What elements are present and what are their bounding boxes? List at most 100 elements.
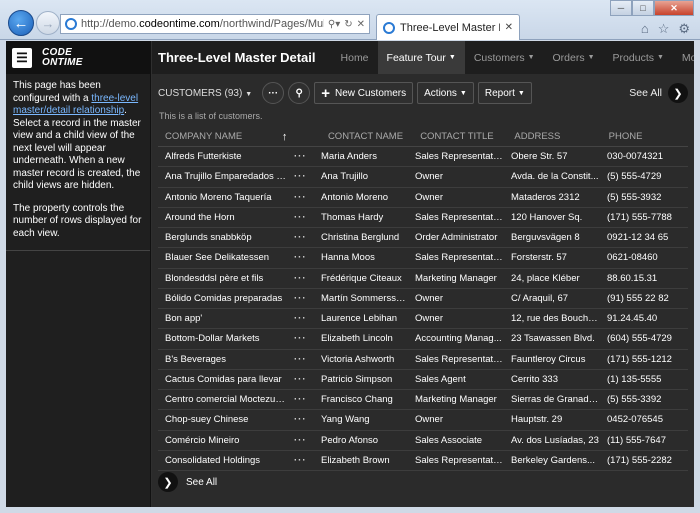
- help-panel: This page has been configured with a thr…: [6, 74, 150, 251]
- row-menu-icon[interactable]: ···: [288, 151, 314, 162]
- col-contact-title[interactable]: CONTACT TITLE: [413, 131, 507, 142]
- chevron-down-icon: ▼: [245, 90, 253, 98]
- row-menu-icon[interactable]: ···: [288, 313, 314, 324]
- contact-name-cell: Ana Trujillo: [321, 171, 368, 183]
- top-nav: Home Feature Tour ▼ Customers ▼ Orders ▼ Pr…: [332, 41, 694, 74]
- phone-cell: (5) 555-3392: [607, 394, 662, 406]
- help-text-2: The property controls the number of rows…: [13, 202, 142, 239]
- col-contact-name[interactable]: CONTACT NAME: [321, 131, 413, 142]
- contact-title-cell: Owner: [415, 313, 443, 325]
- table-row[interactable]: Berglunds snabbköp ··· Christina Berglund O…: [158, 228, 688, 249]
- nav-orders[interactable]: Orders ▼: [544, 41, 604, 74]
- chevron-down-icon: ▼: [517, 89, 525, 97]
- table-row[interactable]: Consolidated Holdings ··· Elizabeth Brown S…: [158, 451, 688, 471]
- row-menu-icon[interactable]: ···: [288, 354, 314, 365]
- view-selector[interactable]: CUSTOMERS (93) ▼: [158, 88, 252, 99]
- chevron-right-icon: ❯: [158, 472, 178, 492]
- address-bar[interactable]: http://demo.codeontime.com/northwind/Pag…: [60, 14, 370, 34]
- address-cell: Sierras de Granada...: [511, 394, 600, 406]
- forward-button[interactable]: →: [36, 11, 60, 35]
- phone-cell: (171) 555-1212: [607, 353, 672, 365]
- table-row[interactable]: Centro comercial Moctezuma ··· Francisco C…: [158, 390, 688, 411]
- table-row[interactable]: Bon app' ··· Laurence Lebihan Owner 12, rue …: [158, 309, 688, 330]
- report-button[interactable]: Report ▼: [477, 82, 532, 104]
- nav-customers[interactable]: Customers ▼: [465, 41, 544, 74]
- table-row[interactable]: Around the Horn ··· Thomas Hardy Sales Repr…: [158, 208, 688, 228]
- company-name-cell: Around the Horn: [165, 211, 235, 223]
- row-menu-icon[interactable]: ···: [288, 273, 314, 284]
- settings-icon[interactable]: ⚙: [678, 21, 690, 37]
- table-row[interactable]: Chop-suey Chinese ··· Yang Wang Owner Haupts…: [158, 410, 688, 431]
- row-menu-icon[interactable]: ···: [288, 455, 314, 466]
- table-row[interactable]: Bólido Comidas preparadas ··· Martín Somme…: [158, 289, 688, 309]
- table-row[interactable]: Blondesddsl père et fils ··· Frédérique Ci…: [158, 269, 688, 289]
- company-name-cell: Cactus Comidas para llevar: [165, 373, 282, 385]
- row-menu-icon[interactable]: ···: [288, 374, 314, 385]
- home-icon[interactable]: ⌂: [641, 21, 649, 37]
- chevron-down-icon: ▼: [448, 54, 456, 61]
- contact-name-cell: Laurence Lebihan: [321, 313, 398, 325]
- row-menu-icon[interactable]: ···: [288, 171, 314, 182]
- table-row[interactable]: Cactus Comidas para llevar ··· Patricio Si…: [158, 370, 688, 390]
- col-phone[interactable]: PHONE: [602, 131, 688, 142]
- row-menu-icon[interactable]: ···: [288, 293, 314, 304]
- table-row[interactable]: Alfreds Futterkiste ··· Maria Anders Sales …: [158, 147, 688, 168]
- row-menu-icon[interactable]: ···: [288, 252, 314, 263]
- col-address[interactable]: ADDRESS: [507, 131, 601, 142]
- phone-cell: (11) 555-7647: [607, 434, 666, 446]
- search-button[interactable]: ⚲: [288, 82, 311, 104]
- address-cell: Berkeley Gardens...: [511, 454, 595, 466]
- customers-grid: COMPANY NAME ↑ CONTACT NAME CONTACT TITL…: [158, 127, 688, 471]
- table-row[interactable]: B's Beverages ··· Victoria Ashworth Sales R…: [158, 350, 688, 370]
- phone-cell: (91) 555 22 82: [607, 292, 669, 304]
- nav-feature-tour[interactable]: Feature Tour ▼: [377, 41, 465, 74]
- row-menu-icon[interactable]: ···: [288, 435, 314, 446]
- row-menu-icon[interactable]: ···: [288, 394, 314, 405]
- refresh-icon[interactable]: ↻: [344, 19, 352, 30]
- stop-icon[interactable]: ✕: [357, 19, 365, 30]
- table-row[interactable]: Blauer See Delikatessen ··· Hanna Moos Sale…: [158, 248, 688, 269]
- table-row[interactable]: Antonio Moreno Taquería ··· Antonio Moreno…: [158, 188, 688, 208]
- more-options-button[interactable]: ···: [262, 82, 285, 104]
- row-menu-icon[interactable]: ···: [288, 333, 314, 344]
- actions-button[interactable]: Actions ▼: [417, 82, 474, 104]
- menu-icon[interactable]: ☰: [12, 47, 32, 68]
- see-all-top[interactable]: See All ❯: [629, 83, 688, 103]
- contact-title-cell: Sales Representative: [415, 151, 504, 163]
- see-all-footer[interactable]: ❯ See All: [158, 472, 217, 492]
- address-cell: 120 Hanover Sq.: [511, 211, 583, 223]
- sort-arrow-up-icon[interactable]: ↑: [274, 131, 296, 143]
- table-row[interactable]: Ana Trujillo Emparedados y he...··· Ana T…: [158, 167, 688, 188]
- browser-tab[interactable]: Three-Level Master Detail ✕: [376, 14, 520, 40]
- nav-more[interactable]: More▼: [673, 41, 694, 74]
- favorites-icon[interactable]: ☆: [658, 21, 670, 37]
- nav-products[interactable]: Products ▼: [604, 41, 673, 74]
- top-bar: Three-Level Master Detail Home Feature T…: [152, 41, 694, 74]
- row-menu-icon[interactable]: ···: [288, 232, 314, 243]
- table-row[interactable]: Bottom-Dollar Markets ··· Elizabeth Lincol…: [158, 329, 688, 350]
- address-cell: Av. dos Lusíadas, 23: [511, 434, 599, 446]
- row-menu-icon[interactable]: ···: [288, 212, 314, 223]
- see-all-label: See All: [186, 476, 218, 488]
- search-icon[interactable]: ⚲▾: [328, 19, 340, 30]
- table-row[interactable]: Comércio Mineiro ··· Pedro Afonso Sales Ass…: [158, 431, 688, 451]
- company-name-cell: Berglunds snabbköp: [165, 232, 252, 244]
- app-window: ☰ CODE ONTIME This page has been configu…: [6, 41, 694, 507]
- maximize-button[interactable]: □: [632, 0, 654, 16]
- col-company-name[interactable]: COMPANY NAME: [158, 131, 274, 142]
- phone-cell: 91.24.45.40: [607, 313, 658, 325]
- view-toolbar: CUSTOMERS (93) ▼ ··· ⚲ + New Customers Act…: [158, 81, 688, 105]
- close-tab-icon[interactable]: ✕: [505, 22, 513, 33]
- search-icon: ⚲: [295, 87, 303, 99]
- minimize-button[interactable]: ─: [610, 0, 632, 16]
- company-name-cell: Bon app': [165, 313, 203, 325]
- address-cell: Forsterstr. 57: [511, 252, 567, 264]
- address-cell: Avda. de la Constit...: [511, 171, 599, 183]
- row-menu-icon[interactable]: ···: [288, 192, 314, 203]
- close-window-button[interactable]: ✕: [654, 0, 694, 16]
- nav-home[interactable]: Home: [332, 41, 378, 74]
- new-customers-button[interactable]: + New Customers: [314, 82, 414, 104]
- ie-icon: [65, 18, 77, 30]
- back-button[interactable]: ←: [8, 10, 34, 36]
- row-menu-icon[interactable]: ···: [288, 414, 314, 425]
